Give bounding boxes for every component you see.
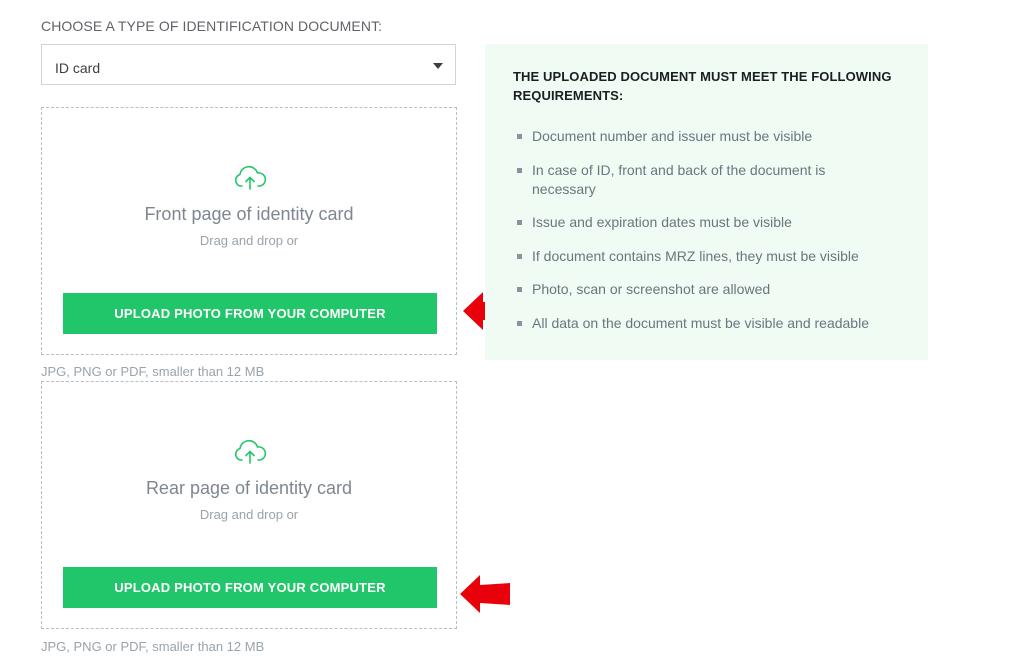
front-upload-dropzone[interactable]: Front page of identity card Drag and dro… bbox=[41, 107, 457, 355]
rear-upload-title: Rear page of identity card bbox=[145, 478, 353, 498]
requirement-text: Issue and expiration dates must be visib… bbox=[532, 214, 792, 230]
requirement-item: If document contains MRZ lines, they mus… bbox=[513, 247, 893, 266]
doc-type-select[interactable]: ID card bbox=[41, 44, 456, 85]
requirement-item: Document number and issuer must be visib… bbox=[513, 127, 893, 146]
rear-upload-hint: JPG, PNG or PDF, smaller than 12 MB bbox=[41, 639, 265, 654]
doc-type-label: CHOOSE A TYPE OF IDENTIFICATION DOCUMENT… bbox=[41, 18, 383, 34]
bullet-icon bbox=[517, 134, 522, 139]
requirements-list: Document number and issuer must be visib… bbox=[513, 127, 893, 347]
chevron-down-icon bbox=[433, 63, 443, 69]
requirement-text: All data on the document must be visible… bbox=[532, 314, 869, 331]
doc-type-selected-value: ID card bbox=[55, 60, 101, 76]
upload-front-button[interactable]: UPLOAD PHOTO FROM YOUR COMPUTER bbox=[63, 293, 437, 334]
arrow-left-icon bbox=[460, 575, 510, 613]
upload-rear-button[interactable]: UPLOAD PHOTO FROM YOUR COMPUTER bbox=[63, 567, 437, 608]
requirement-item: Issue and expiration dates must be visib… bbox=[513, 213, 893, 232]
requirements-title: THE UPLOADED DOCUMENT MUST MEET THE FOLL… bbox=[513, 69, 892, 103]
rear-upload-dropzone[interactable]: Rear page of identity card Drag and drop… bbox=[41, 381, 457, 629]
requirement-text: Document number and issuer must be visib… bbox=[532, 128, 813, 144]
front-upload-subtitle: Drag and drop or bbox=[199, 233, 299, 248]
requirement-text: Photo, scan or screenshot are allowed bbox=[532, 281, 771, 297]
bullet-icon bbox=[517, 220, 522, 225]
requirement-item: Photo, scan or screenshot are allowed bbox=[513, 280, 893, 299]
requirement-item: In case of ID, front and back of the doc… bbox=[513, 161, 893, 199]
rear-upload-subtitle: Drag and drop or bbox=[199, 507, 299, 522]
front-upload-title: Front page of identity card bbox=[144, 204, 354, 224]
requirement-text: In case of ID, front and back of the doc… bbox=[532, 161, 826, 197]
cloud-upload-icon bbox=[234, 439, 267, 464]
bullet-icon bbox=[517, 167, 522, 173]
requirements-panel: THE UPLOADED DOCUMENT MUST MEET THE FOLL… bbox=[485, 44, 928, 360]
bullet-icon bbox=[517, 320, 522, 326]
cloud-upload-icon bbox=[234, 165, 267, 190]
requirement-text: If document contains MRZ lines, they mus… bbox=[532, 247, 859, 264]
bullet-icon bbox=[517, 287, 522, 292]
bullet-icon bbox=[517, 253, 522, 259]
requirement-item: All data on the document must be visible… bbox=[513, 314, 893, 333]
front-upload-hint: JPG, PNG or PDF, smaller than 12 MB bbox=[41, 364, 265, 379]
